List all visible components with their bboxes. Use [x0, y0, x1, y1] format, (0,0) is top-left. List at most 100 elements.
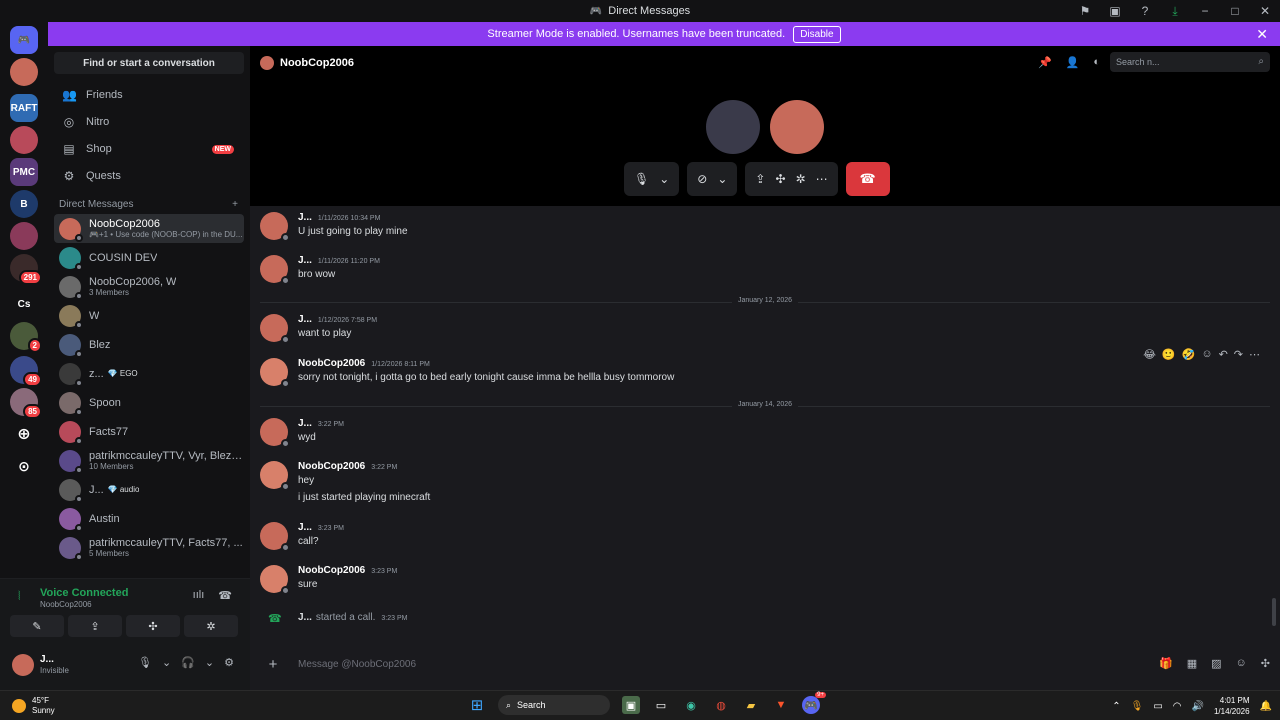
headphones-icon[interactable]: 🎧: [181, 656, 195, 669]
screen-share-icon[interactable]: ⇪: [755, 172, 765, 186]
soundboard-button[interactable]: ✲: [184, 615, 238, 637]
add-server-icon[interactable]: ⊕: [10, 420, 38, 448]
activity-icon[interactable]: ✣: [775, 172, 785, 186]
disable-streamer-button[interactable]: Disable: [793, 25, 841, 43]
chrome-icon[interactable]: ◍: [712, 696, 730, 714]
microphone-icon[interactable]: 🎙: [634, 172, 649, 186]
flag-icon[interactable]: ⚑: [1070, 4, 1100, 18]
attach-plus-icon[interactable]: +: [258, 656, 288, 673]
edge-icon[interactable]: ◉: [682, 696, 700, 714]
message-author[interactable]: NoobCop2006 3:22 PM: [298, 461, 397, 472]
close-banner-icon[interactable]: ✕: [1256, 26, 1268, 43]
dm-item[interactable]: Spoon: [54, 388, 244, 417]
add-friend-icon[interactable]: 👤: [1066, 56, 1080, 69]
soundboard-icon[interactable]: ✲: [796, 172, 806, 186]
camera-control[interactable]: ⊘ ⌄: [687, 162, 738, 196]
mic-control[interactable]: 🎙 ⌄: [624, 162, 680, 196]
gif-icon[interactable]: ▦: [1187, 657, 1197, 670]
guild-icon[interactable]: RAFT: [10, 94, 38, 122]
dm-item[interactable]: NoobCop2006 🎮+1 • Use code (NOOB-COP) in …: [54, 214, 244, 243]
more-icon[interactable]: ⋯: [816, 172, 828, 186]
clock[interactable]: 4:01 PM 1/14/2026: [1214, 695, 1250, 717]
mic-tray-icon[interactable]: 🎙: [1131, 701, 1144, 712]
close-button[interactable]: ✕: [1250, 4, 1280, 18]
apps-icon[interactable]: ✣: [1261, 657, 1270, 670]
dm-item[interactable]: NoobCop2006, W3 Members: [54, 272, 244, 301]
windows-start-icon[interactable]: ⊞: [468, 696, 486, 714]
taskbar-search[interactable]: ⌕ Search: [498, 695, 610, 715]
dm-item[interactable]: W: [54, 301, 244, 330]
message-avatar[interactable]: [260, 212, 290, 242]
reply-icon[interactable]: ↶: [1219, 348, 1228, 361]
guild-icon[interactable]: [10, 126, 38, 154]
more-options-icon[interactable]: ⋯: [1249, 348, 1260, 361]
disconnect-icon[interactable]: ☎: [218, 589, 232, 602]
gift-icon[interactable]: 🎁: [1159, 657, 1173, 670]
display-icon[interactable]: ▭: [1153, 701, 1162, 712]
user-profile-icon[interactable]: ◐: [1093, 56, 1100, 69]
activity-button[interactable]: ✣: [126, 615, 180, 637]
notifications-icon[interactable]: 🔔: [1260, 701, 1272, 712]
dm-item[interactable]: patrikmccauleyTTV, Vyr, Blez, ... 10 Memb…: [54, 446, 244, 475]
download-icon[interactable]: ⤓: [1160, 4, 1190, 19]
screen-share-button[interactable]: ⇪: [68, 615, 122, 637]
camera-off-icon[interactable]: ⊘: [697, 172, 707, 186]
guild-icon[interactable]: 49: [10, 356, 42, 387]
explore-servers-icon[interactable]: ⊙: [10, 452, 38, 480]
guild-icon[interactable]: [10, 58, 38, 86]
reaction-laugh-icon[interactable]: 😂: [1143, 348, 1156, 361]
scrollbar[interactable]: [1272, 598, 1276, 626]
nav-friends[interactable]: 👥 Friends: [54, 82, 244, 108]
volume-icon[interactable]: 🔊: [1192, 701, 1204, 712]
message-avatar[interactable]: [260, 418, 290, 448]
message-avatar[interactable]: [260, 565, 290, 595]
dm-item[interactable]: J... 💎 audio: [54, 475, 244, 504]
message-composer[interactable]: + Message @NoobCop2006 🎁 ▦ ▨ ☺ ✣: [258, 651, 1274, 677]
reaction-smile-icon[interactable]: 🙂: [1162, 348, 1176, 361]
message-author[interactable]: J... 3:22 PM: [298, 418, 344, 429]
dm-item[interactable]: patrikmccauleyTTV, Facts77, ... 5 Members: [54, 533, 244, 562]
mic-icon[interactable]: 🎙: [138, 656, 152, 669]
weather-widget[interactable]: 45°F Sunny: [12, 696, 55, 716]
sticker-icon[interactable]: ▨: [1211, 657, 1221, 670]
settings-gear-icon[interactable]: ⚙: [224, 656, 234, 669]
nav-shop[interactable]: ▤ Shop NEW: [54, 136, 244, 162]
noise-suppression-icon[interactable]: ıılı: [193, 589, 205, 602]
chevron-up-icon[interactable]: ⌃: [1112, 701, 1120, 712]
dm-item[interactable]: z... 💎 EGO: [54, 359, 244, 388]
help-icon[interactable]: ?: [1130, 4, 1160, 18]
dm-item[interactable]: Facts77: [54, 417, 244, 446]
chevron-down-icon[interactable]: ⌄: [717, 172, 727, 186]
message-author[interactable]: J... 1/11/2026 10:34 PM: [298, 212, 380, 223]
message-author[interactable]: J... 1/12/2026 7:58 PM: [298, 314, 377, 325]
chevron-down-icon[interactable]: ⌄: [659, 172, 669, 186]
file-explorer-icon[interactable]: ▰: [742, 696, 760, 714]
message-avatar[interactable]: [260, 255, 290, 285]
wifi-icon[interactable]: ◠: [1173, 701, 1182, 712]
dm-item[interactable]: COUSIN DEV: [54, 243, 244, 272]
reaction-rofl-icon[interactable]: 🤣: [1182, 348, 1196, 361]
participant-avatar[interactable]: [706, 100, 760, 154]
screen-icon[interactable]: ▣: [1100, 4, 1130, 18]
user-avatar[interactable]: [12, 654, 34, 676]
hang-up-button[interactable]: ☎: [845, 162, 890, 196]
message-avatar[interactable]: [260, 461, 290, 491]
guild-icon[interactable]: B: [10, 190, 38, 218]
voice-status[interactable]: Voice Connected: [40, 587, 128, 599]
video-button[interactable]: ✎: [10, 615, 64, 637]
participant-avatar[interactable]: [770, 100, 824, 154]
guild-icon[interactable]: 2: [10, 322, 42, 353]
nav-nitro[interactable]: ◎ Nitro: [54, 109, 244, 135]
message-input[interactable]: Message @NoobCop2006: [298, 659, 416, 670]
find-conversation-button[interactable]: Find or start a conversation: [54, 52, 244, 74]
forward-icon[interactable]: ↷: [1234, 348, 1243, 361]
maximize-button[interactable]: □: [1220, 4, 1250, 18]
guild-icon[interactable]: PMC: [10, 158, 38, 186]
headphones-dropdown-icon[interactable]: ⌄: [205, 656, 214, 669]
message-avatar[interactable]: [260, 522, 290, 552]
emoji-icon[interactable]: ☺: [1236, 657, 1247, 670]
event-author[interactable]: J...: [298, 612, 312, 623]
guild-icon[interactable]: [10, 222, 38, 250]
dm-item[interactable]: Blez: [54, 330, 244, 359]
message-author[interactable]: J... 1/11/2026 11:20 PM: [298, 255, 380, 266]
